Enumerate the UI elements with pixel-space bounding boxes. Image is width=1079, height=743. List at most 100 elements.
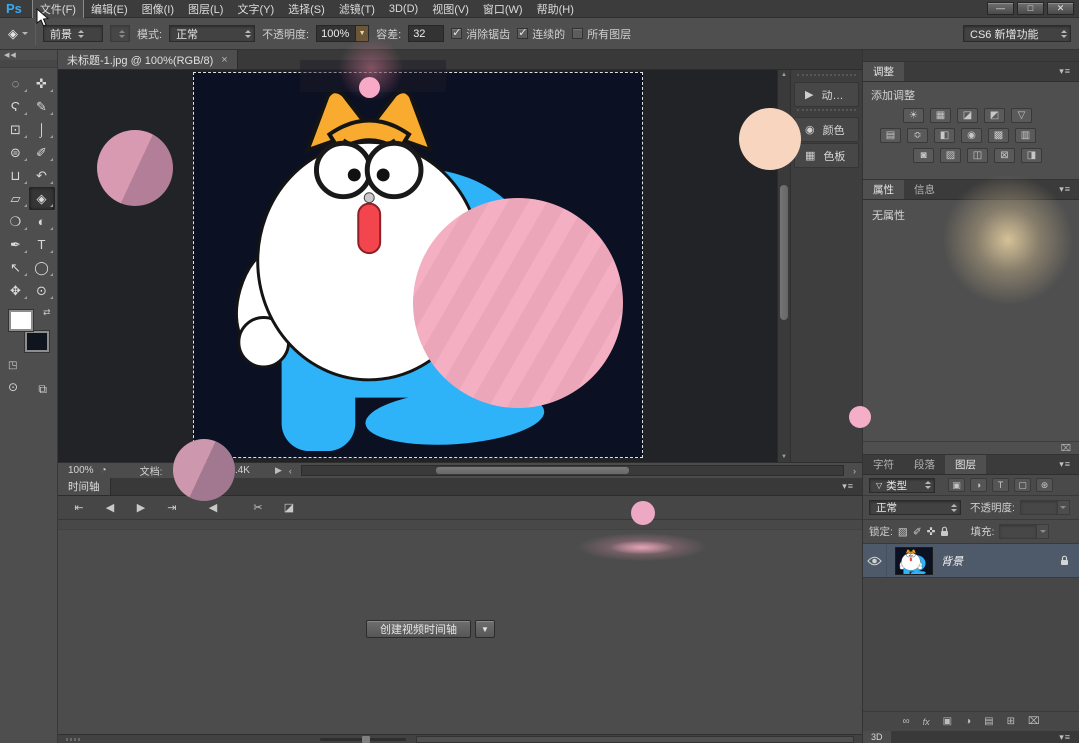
- menu-window[interactable]: 窗口(W): [476, 0, 530, 18]
- levels-icon[interactable]: ▦: [930, 108, 951, 123]
- lock-image-pixels-icon[interactable]: ✐: [913, 526, 922, 538]
- next-frame-button[interactable]: ⇥: [165, 501, 179, 514]
- layer-name[interactable]: 背景: [941, 553, 963, 569]
- ellipse-shape-tool[interactable]: ◯: [29, 256, 55, 279]
- document-tab[interactable]: 未标题-1.jpg @ 100%(RGB/8) ×: [58, 50, 238, 69]
- menu-3d[interactable]: 3D(D): [382, 2, 425, 16]
- tolerance-input[interactable]: 32: [408, 25, 444, 42]
- layer-thumbnail[interactable]: [895, 547, 933, 575]
- layer-styles-icon[interactable]: fx: [923, 717, 930, 727]
- contiguous-checkbox-group[interactable]: 连续的: [517, 26, 565, 42]
- fill-source-select[interactable]: 前景: [43, 25, 103, 42]
- filter-adjustment-layers-icon[interactable]: ◑: [970, 478, 987, 492]
- properties-menu-icon[interactable]: ▾≡: [1051, 180, 1079, 199]
- filter-pixel-layers-icon[interactable]: ▣: [948, 478, 965, 492]
- brightness-contrast-icon[interactable]: ☀: [903, 108, 924, 123]
- path-selection-tool[interactable]: ↖: [3, 256, 29, 279]
- menu-view[interactable]: 视图(V): [425, 0, 476, 18]
- antialias-checkbox-group[interactable]: 消除锯齿: [451, 26, 510, 42]
- menu-layer[interactable]: 图层(L): [181, 0, 230, 18]
- screen-mode-icon[interactable]: ⧉: [38, 382, 47, 397]
- tab-character[interactable]: 字符: [863, 455, 904, 474]
- scroll-left-icon[interactable]: ‹: [289, 466, 292, 476]
- color-lookup-icon[interactable]: ▥: [1015, 128, 1036, 143]
- paint-bucket-tool[interactable]: ◈: [29, 187, 55, 210]
- lasso-tool[interactable]: Ϛ: [3, 95, 29, 118]
- invert-icon[interactable]: ◙: [913, 148, 934, 163]
- filter-type-layers-icon[interactable]: T: [992, 478, 1009, 492]
- opacity-combo[interactable]: 100% ▼: [316, 25, 369, 42]
- layer-visibility-toggle[interactable]: [863, 544, 887, 577]
- timeline-mode-dropdown[interactable]: ▼: [475, 620, 495, 638]
- new-group-icon[interactable]: ▤: [984, 716, 993, 727]
- vertical-scrollbar[interactable]: ▲ ▼: [777, 70, 790, 462]
- pattern-picker[interactable]: [110, 25, 130, 42]
- menu-select[interactable]: 选择(S): [281, 0, 332, 18]
- tab-layers[interactable]: 图层: [945, 455, 986, 474]
- vibrance-icon[interactable]: ▽: [1011, 108, 1032, 123]
- previous-frame-button[interactable]: ◀: [103, 501, 117, 514]
- tool-preset-picker[interactable]: ◈: [8, 26, 28, 42]
- delete-adjustment-icon[interactable]: ⌧: [1061, 443, 1071, 454]
- tab-properties[interactable]: 属性: [863, 180, 904, 199]
- exposure-icon[interactable]: ◩: [984, 108, 1005, 123]
- status-proxy-icon[interactable]: ▶: [275, 465, 282, 476]
- close-button[interactable]: ✕: [1047, 2, 1074, 15]
- posterize-icon[interactable]: ▨: [940, 148, 961, 163]
- black-white-icon[interactable]: ◧: [934, 128, 955, 143]
- eraser-tool[interactable]: ▱: [3, 187, 29, 210]
- curves-icon[interactable]: ◪: [957, 108, 978, 123]
- menu-filter[interactable]: 滤镜(T): [332, 0, 382, 18]
- selective-color-icon[interactable]: ⊠: [994, 148, 1015, 163]
- scroll-down-icon[interactable]: ▼: [781, 452, 787, 462]
- gradient-map-icon[interactable]: ◨: [1021, 148, 1042, 163]
- delete-layer-icon[interactable]: ⌧: [1028, 716, 1040, 727]
- lock-position-icon[interactable]: ✜: [927, 526, 936, 538]
- zoom-slider-thumb[interactable]: [362, 736, 370, 743]
- tab-paragraph[interactable]: 段落: [904, 455, 945, 474]
- quick-mask-icon[interactable]: ⊙: [8, 380, 18, 394]
- workspace-select[interactable]: CS6 新增功能: [963, 25, 1071, 42]
- elliptical-marquee-tool[interactable]: ◌: [3, 72, 29, 95]
- maximize-button[interactable]: □: [1017, 2, 1044, 15]
- scroll-right-icon[interactable]: ›: [853, 466, 856, 476]
- scroll-up-icon[interactable]: ▲: [781, 70, 787, 80]
- layer-row-background[interactable]: 背景: [863, 544, 1079, 578]
- timeline-tab[interactable]: 时间轴: [58, 478, 111, 495]
- channel-mixer-icon[interactable]: ▩: [988, 128, 1009, 143]
- blur-tool[interactable]: ❍: [3, 210, 29, 233]
- blend-mode-select[interactable]: 正常: [869, 500, 961, 515]
- first-frame-button[interactable]: ⇤: [72, 501, 86, 514]
- close-tab-icon[interactable]: ×: [221, 54, 227, 66]
- actions-panel-button[interactable]: ▶ 动…: [794, 82, 859, 107]
- layer-filter-select[interactable]: ▽ 类型: [869, 478, 935, 493]
- quick-selection-tool[interactable]: ✎: [29, 95, 55, 118]
- pen-tool[interactable]: ✒: [3, 233, 29, 256]
- timeline-zoom-slider[interactable]: [320, 738, 406, 741]
- lock-all-icon[interactable]: [940, 526, 949, 537]
- horizontal-scroll-thumb[interactable]: [436, 467, 629, 474]
- color-balance-icon[interactable]: ≎: [907, 128, 928, 143]
- vertical-scroll-thumb[interactable]: [780, 185, 788, 320]
- add-layer-mask-icon[interactable]: ▣: [943, 716, 952, 727]
- transition-button[interactable]: ◪: [282, 501, 296, 514]
- zoom-level[interactable]: 100%: [68, 465, 94, 476]
- threshold-icon[interactable]: ◫: [967, 148, 988, 163]
- canvas-document[interactable]: [193, 72, 643, 458]
- timeline-scrollbar[interactable]: [416, 736, 854, 743]
- layers-menu-icon[interactable]: ▾≡: [1051, 455, 1079, 474]
- adjustments-menu-icon[interactable]: ▾≡: [1051, 62, 1079, 81]
- zoom-tool[interactable]: ⊙: [29, 279, 55, 302]
- dodge-tool[interactable]: ◐: [29, 210, 55, 233]
- type-tool[interactable]: T: [29, 233, 55, 256]
- menu-file[interactable]: 文件(F): [32, 0, 84, 19]
- menu-edit[interactable]: 编辑(E): [84, 0, 135, 18]
- tab-info[interactable]: 信息: [904, 180, 945, 199]
- foreground-color-swatch[interactable]: [9, 310, 33, 331]
- play-button[interactable]: ▶: [134, 501, 148, 514]
- collapse-toolbar-icon[interactable]: ◀◀: [0, 50, 57, 60]
- new-layer-icon[interactable]: ⊞: [1007, 716, 1015, 727]
- menu-help[interactable]: 帮助(H): [530, 0, 581, 18]
- split-clip-button[interactable]: ✂: [251, 501, 265, 514]
- eyedropper-tool[interactable]: ⌡: [29, 118, 55, 141]
